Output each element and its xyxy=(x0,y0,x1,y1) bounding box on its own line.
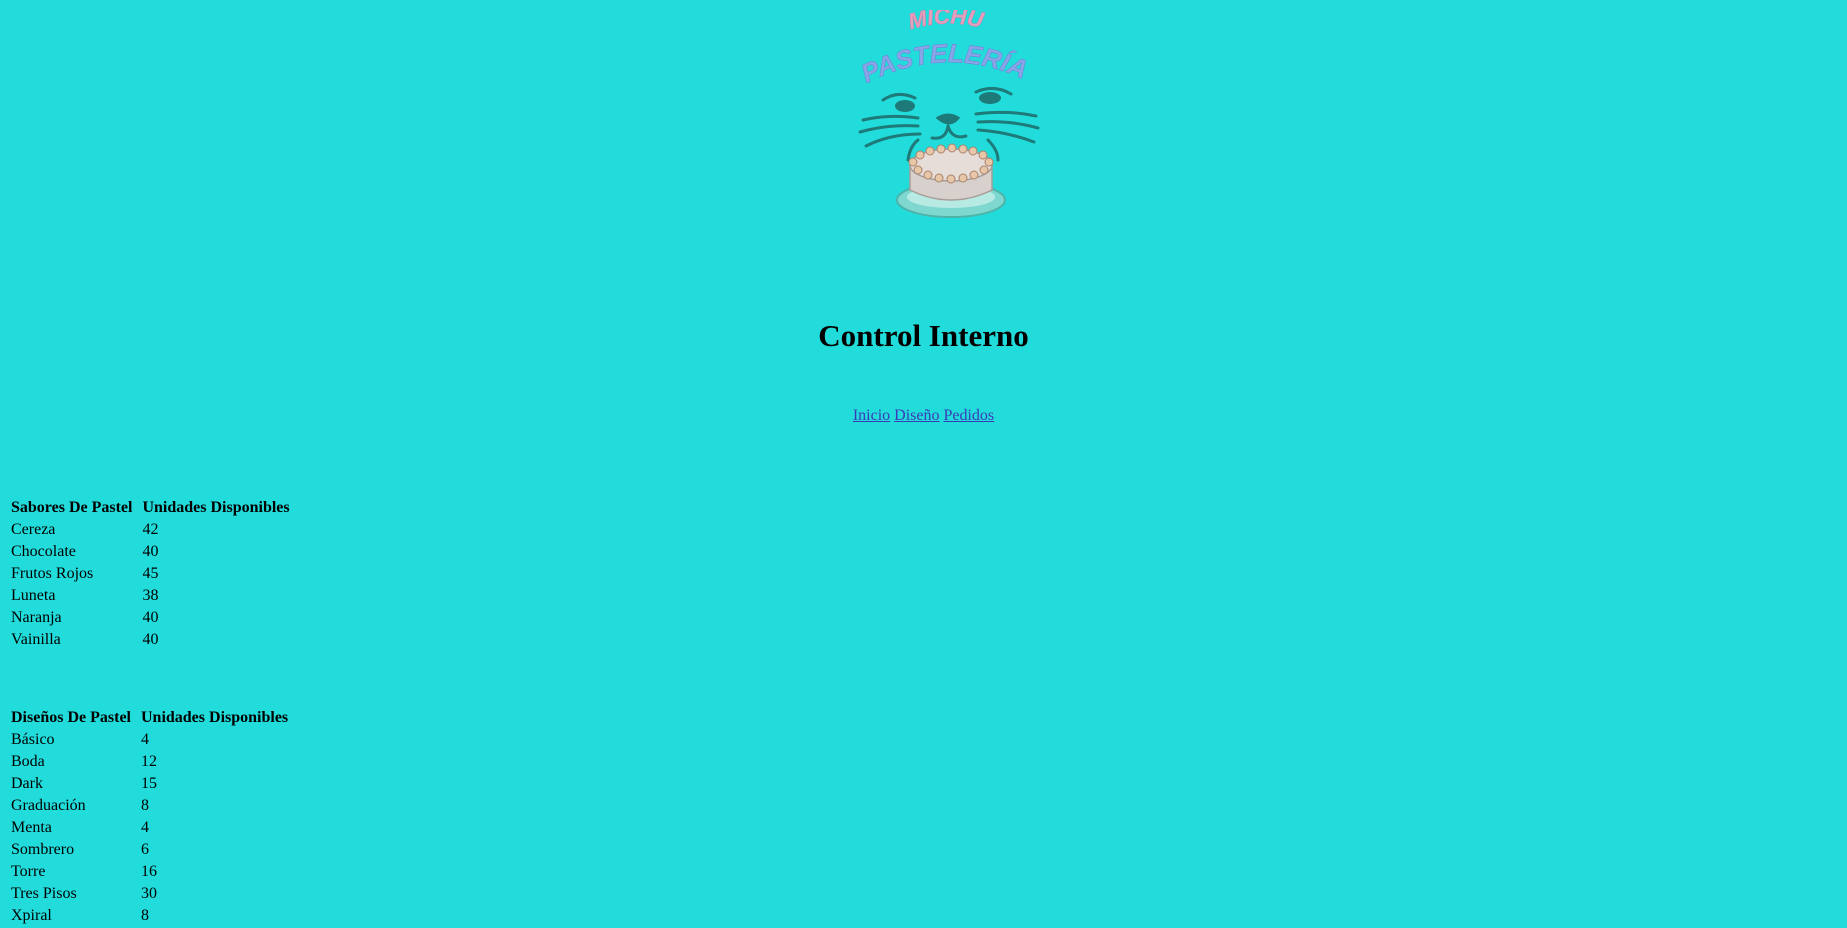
logo-text-bottom: PASTELERÍA xyxy=(858,38,1032,89)
page-title: Control Interno xyxy=(818,318,1029,353)
table-row: Luneta 38 xyxy=(10,586,291,606)
table-row: Frutos Rojos 45 xyxy=(10,564,291,584)
units-value: 40 xyxy=(142,543,159,560)
nav-link-diseno[interactable]: Diseño xyxy=(894,407,939,424)
table-row: Dark 15 xyxy=(10,774,289,794)
units-value: 40 xyxy=(142,631,159,648)
table-row: Boda 12 xyxy=(10,752,289,772)
table-row: Básico 4 xyxy=(10,730,289,750)
units-value: 30 xyxy=(140,885,157,902)
units-value: 6 xyxy=(140,841,149,858)
table-row: Xpiral 8 xyxy=(10,906,289,926)
table-row: Menta 4 xyxy=(10,818,289,838)
nav-link-pedidos[interactable]: Pedidos xyxy=(943,407,994,424)
table-row: Tres Pisos 30 xyxy=(10,884,289,904)
design-name: Boda xyxy=(11,753,45,770)
units-value: 12 xyxy=(140,753,157,770)
column-header-unidades: Unidades Disponibles xyxy=(142,499,290,516)
table-row: Vainilla 40 xyxy=(10,630,291,650)
flavor-name: Luneta xyxy=(11,587,56,604)
units-value: 4 xyxy=(140,819,149,836)
page: MICHU PASTELERÍA Control Interno Inicio … xyxy=(0,0,1847,928)
michu-pasteleria-logo: MICHU PASTELERÍA xyxy=(858,10,1040,218)
units-value: 38 xyxy=(142,587,159,604)
units-value: 4 xyxy=(140,731,149,748)
design-name: Menta xyxy=(11,819,52,836)
flavor-name: Frutos Rojos xyxy=(11,565,94,582)
sabores-table: Sabores De Pastel Unidades Disponibles C… xyxy=(8,496,293,652)
table-row: Chocolate 40 xyxy=(10,542,291,562)
logo-text-top: MICHU xyxy=(906,10,987,34)
units-value: 8 xyxy=(140,907,149,924)
table-header-row: Diseños De Pastel Unidades Disponibles xyxy=(10,708,289,728)
units-value: 8 xyxy=(140,797,149,814)
units-value: 45 xyxy=(142,565,159,582)
design-name: Dark xyxy=(11,775,43,792)
cake-icon xyxy=(896,143,1006,218)
units-value: 40 xyxy=(142,609,159,626)
table-row: Naranja 40 xyxy=(10,608,291,628)
design-name: Xpiral xyxy=(11,907,52,924)
main-nav: Inicio Diseño Pedidos xyxy=(0,405,1847,427)
units-value: 15 xyxy=(140,775,157,792)
units-value: 42 xyxy=(142,521,159,538)
flavor-name: Cereza xyxy=(11,521,56,538)
column-header-unidades: Unidades Disponibles xyxy=(140,709,289,726)
table-header-row: Sabores De Pastel Unidades Disponibles xyxy=(10,498,291,518)
flavor-name: Naranja xyxy=(11,609,62,626)
design-name: Torre xyxy=(11,863,46,880)
design-name: Tres Pisos xyxy=(11,885,77,902)
table-row: Graduación 8 xyxy=(10,796,289,816)
flavor-name: Vainilla xyxy=(11,631,61,648)
design-name: Graduación xyxy=(11,797,86,814)
flavor-name: Chocolate xyxy=(11,543,76,560)
disenos-table: Diseños De Pastel Unidades Disponibles B… xyxy=(8,706,291,928)
column-header-disenos: Diseños De Pastel xyxy=(11,709,131,726)
column-header-sabores: Sabores De Pastel xyxy=(11,499,133,516)
table-row: Torre 16 xyxy=(10,862,289,882)
units-value: 16 xyxy=(140,863,157,880)
design-name: Básico xyxy=(11,731,55,748)
table-row: Sombrero 6 xyxy=(10,840,289,860)
design-name: Sombrero xyxy=(11,841,75,858)
table-row: Cereza 42 xyxy=(10,520,291,540)
nav-link-inicio[interactable]: Inicio xyxy=(853,407,890,424)
